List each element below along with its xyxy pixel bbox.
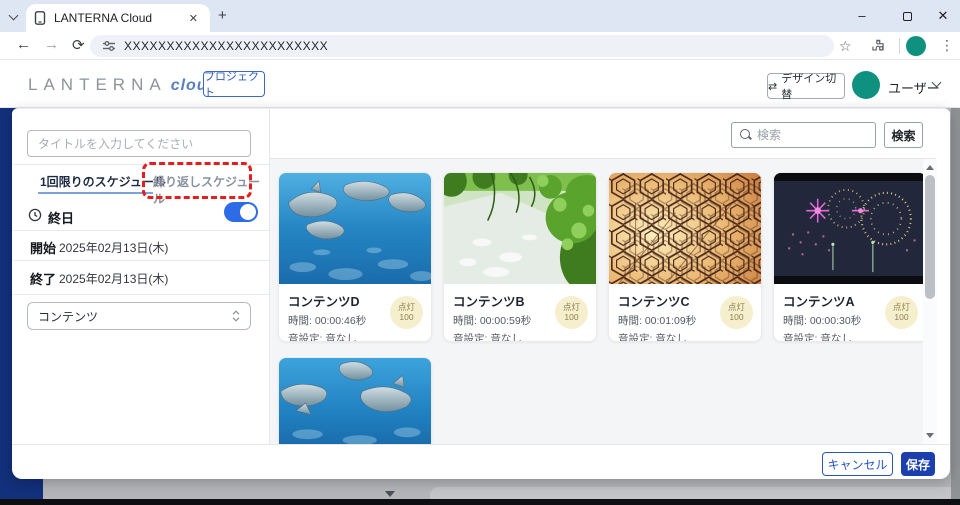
divider	[12, 294, 269, 295]
badge-value: 100	[894, 313, 908, 323]
card-sound: 音設定: 音なし	[288, 331, 422, 342]
schedule-form-panel: 1回限りのスケジュール 繰り返しスケジュール 終日 開始 2025年02月13日…	[12, 109, 270, 444]
browser-tab[interactable]: LANTERNA Cloud ✕	[26, 4, 210, 32]
content-card-b[interactable]: コンテンツB 時間: 00:00:59秒 音設定: 音なし 点灯 100	[443, 172, 597, 342]
badge-value: 100	[399, 313, 413, 323]
card-info: コンテンツB 時間: 00:00:59秒 音設定: 音なし 点灯 100	[444, 284, 596, 341]
card-info: コンテンツC 時間: 00:01:09秒 音設定: 音なし 点灯 100	[609, 284, 761, 341]
content-search-input[interactable]	[757, 128, 867, 142]
background-dropdown-arrow-icon	[385, 491, 395, 497]
card-sound: 音設定: 音なし	[453, 331, 587, 342]
tab-favicon-device-icon	[34, 11, 46, 25]
browser-profile-avatar[interactable]	[906, 36, 926, 56]
tab-close-icon[interactable]: ✕	[185, 10, 202, 27]
search-button[interactable]: 検索	[884, 122, 923, 148]
swap-icon: ⇄	[768, 80, 777, 93]
lighting-badge: 点灯 100	[390, 296, 423, 329]
tab-title: LANTERNA Cloud	[54, 11, 185, 25]
backdrop-right-edge	[951, 108, 960, 499]
content-type-select[interactable]: コンテンツ	[27, 302, 251, 330]
url-text[interactable]: XXXXXXXXXXXXXXXXXXXXXXXX	[124, 39, 328, 53]
browser-toolbar: ← → ⟳ XXXXXXXXXXXXXXXXXXXXXXXX ☆ ⋮	[0, 32, 960, 60]
active-tab-underline	[38, 192, 153, 194]
thumbnail-stream	[444, 173, 596, 284]
brand-text: LANTERNA	[28, 75, 167, 94]
reload-icon[interactable]: ⟳	[72, 36, 85, 54]
cancel-button[interactable]: キャンセル	[822, 452, 893, 476]
all-day-label: 終日	[48, 208, 74, 227]
lighting-badge: 点灯 100	[720, 296, 753, 329]
red-dashed-annotation	[142, 162, 252, 199]
search-icon	[740, 129, 751, 141]
browser-window: LANTERNA Cloud ✕ + – ✕ ← → ⟳ XXXXXXXXXXX…	[0, 0, 960, 505]
content-card-c[interactable]: コンテンツC 時間: 00:01:09秒 音設定: 音なし 点灯 100	[608, 172, 762, 342]
brand-logo: LANTERNAcloud	[28, 75, 218, 95]
start-date-label: 開始	[30, 238, 56, 257]
end-date-value[interactable]: 2025年02月13日(木)	[59, 270, 168, 287]
content-select-value: コンテンツ	[38, 308, 98, 325]
design-switch-label: デザイン切替	[781, 70, 844, 102]
extensions-icon[interactable]	[871, 39, 885, 53]
thumbnail-fireworks	[774, 173, 926, 284]
badge-value: 100	[729, 313, 743, 323]
project-button[interactable]: プロジェクト	[203, 71, 265, 97]
card-info: コンテンツA 時間: 00:00:30秒 音設定: 音なし 点灯 100	[774, 284, 926, 341]
divider	[12, 260, 269, 261]
site-info-icon[interactable]	[102, 40, 116, 52]
bookmark-star-icon[interactable]: ☆	[839, 38, 852, 55]
end-date-label: 終了	[30, 269, 56, 288]
thumbnail-lattice	[609, 173, 761, 284]
card-sound: 音設定: 音なし	[783, 331, 917, 342]
content-search-box[interactable]	[731, 122, 876, 148]
content-card-d[interactable]: コンテンツD 時間: 00:00:46秒 音設定: 音なし 点灯 100	[278, 172, 432, 342]
select-stepper-icon	[232, 310, 240, 322]
app-header: LANTERNAcloud プロジェクト ⇄ デザイン切替 ユーザー	[0, 60, 960, 108]
lighting-badge: 点灯 100	[885, 296, 918, 329]
scrollbar-thumb[interactable]	[925, 175, 935, 299]
dialog-footer: キャンセル 保存	[12, 444, 950, 479]
toolbar-separator	[899, 38, 900, 54]
start-date-value[interactable]: 2025年02月13日(木)	[59, 239, 168, 256]
content-card-a[interactable]: コンテンツA 時間: 00:00:30秒 音設定: 音なし 点灯 100	[773, 172, 927, 342]
badge-value: 100	[564, 313, 578, 323]
thumbnail-dolphins	[279, 173, 431, 284]
window-minimize-icon[interactable]: –	[852, 8, 872, 23]
title-input[interactable]	[27, 130, 251, 157]
lighting-badge: 点灯 100	[555, 296, 588, 329]
content-list: コンテンツD 時間: 00:00:46秒 音設定: 音なし 点灯 100	[270, 158, 936, 444]
schedule-dialog: 1回限りのスケジュール 繰り返しスケジュール 終日 開始 2025年02月13日…	[12, 108, 950, 478]
scroll-up-icon[interactable]	[926, 165, 934, 170]
window-maximize-icon[interactable]	[903, 12, 912, 21]
card-sound: 音設定: 音なし	[618, 331, 752, 342]
browser-tab-strip: LANTERNA Cloud ✕ + – ✕	[0, 0, 960, 32]
card-info: コンテンツD 時間: 00:00:46秒 音設定: 音なし 点灯 100	[279, 284, 431, 341]
forward-icon[interactable]: →	[44, 36, 59, 53]
all-day-toggle[interactable]	[224, 202, 258, 222]
new-tab-icon[interactable]: +	[218, 7, 227, 24]
divider	[12, 230, 269, 231]
tab-search-icon[interactable]	[9, 11, 19, 21]
thumbnail-dolphins	[279, 358, 431, 445]
url-bar[interactable]: XXXXXXXXXXXXXXXXXXXXXXXX	[90, 35, 834, 57]
scrollbar[interactable]	[923, 159, 937, 445]
save-button[interactable]: 保存	[901, 452, 935, 476]
window-close-icon[interactable]: ✕	[933, 8, 953, 24]
scroll-down-icon[interactable]	[926, 433, 934, 438]
backdrop-bottom-edge	[0, 499, 960, 505]
content-card-partial[interactable]	[278, 357, 432, 445]
clock-icon	[28, 208, 42, 222]
user-avatar[interactable]	[852, 71, 880, 99]
browser-menu-icon[interactable]: ⋮	[940, 37, 954, 54]
back-icon[interactable]: ←	[16, 36, 31, 53]
design-switch-button[interactable]: ⇄ デザイン切替	[767, 73, 845, 99]
